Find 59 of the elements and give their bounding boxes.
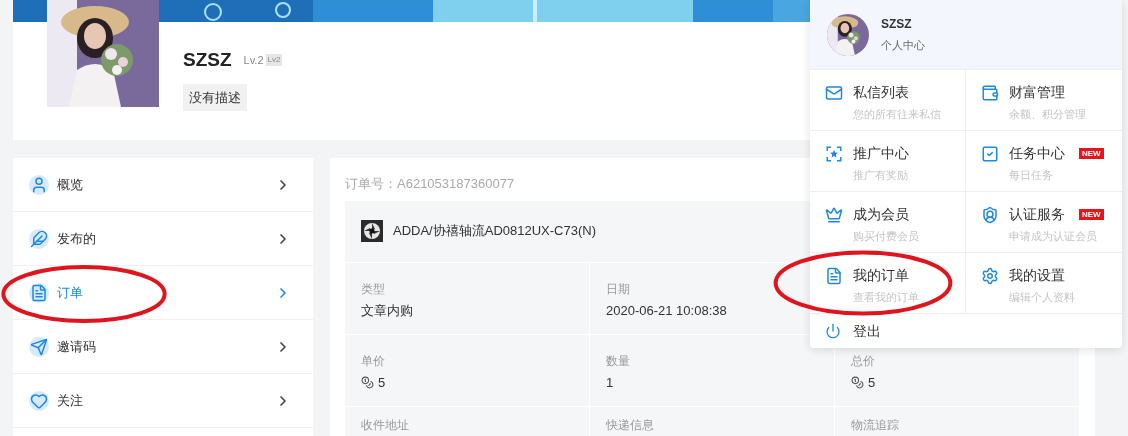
new-badge: NEW bbox=[1079, 148, 1104, 159]
menu-title: 任务中心 bbox=[1009, 144, 1065, 163]
sidebar-label: 订单 bbox=[57, 283, 83, 302]
menu-title: 财富管理 bbox=[1009, 83, 1065, 102]
new-badge: NEW bbox=[1079, 209, 1104, 220]
field-value: 文章内购 bbox=[361, 302, 413, 319]
checkbox-icon bbox=[981, 144, 999, 163]
sidebar-label: 关注 bbox=[57, 391, 83, 410]
field-label: 快递信息 bbox=[606, 416, 654, 433]
field-label: 物流追踪 bbox=[851, 416, 899, 433]
profile-name: SZSZ bbox=[183, 48, 232, 72]
sidebar-label: 邀请码 bbox=[57, 337, 96, 356]
level-badge: Lv2 bbox=[265, 54, 283, 67]
document-icon bbox=[30, 283, 48, 302]
field-label: 总价 bbox=[851, 352, 875, 369]
heart-icon bbox=[30, 391, 48, 410]
sidebar-item[interactable]: 发布的 bbox=[13, 212, 313, 266]
field-label: 日期 bbox=[606, 280, 630, 297]
description-tag: 没有描述 bbox=[183, 83, 247, 111]
sidebar-item[interactable]: 邀请码 bbox=[13, 320, 313, 374]
field-label: 类型 bbox=[361, 280, 385, 297]
wallet-icon bbox=[981, 83, 999, 102]
logout-item[interactable]: 登出 bbox=[810, 314, 1122, 348]
menu-title: 私信列表 bbox=[853, 83, 909, 102]
feather-icon bbox=[30, 229, 48, 248]
level-text: Lv.2 bbox=[243, 53, 264, 68]
settings-icon bbox=[981, 266, 999, 285]
sidebar-label: 概览 bbox=[57, 175, 83, 194]
field-label: 数量 bbox=[606, 352, 630, 369]
coins-icon bbox=[361, 376, 374, 389]
document-icon bbox=[825, 266, 843, 285]
field-value: 2020-06-21 10:08:38 bbox=[606, 302, 727, 319]
user-icon bbox=[30, 175, 48, 194]
sidebar-item[interactable]: 关注 bbox=[13, 374, 313, 428]
menu-title: 认证服务 bbox=[1009, 205, 1065, 224]
mail-icon bbox=[825, 83, 843, 102]
menu-title: 成为会员 bbox=[853, 205, 909, 224]
star-icon bbox=[825, 144, 843, 163]
order-number: 订单号：A621053187360077 bbox=[345, 175, 515, 193]
menu-title: 我的订单 bbox=[853, 266, 909, 285]
sidebar-label: 发布的 bbox=[57, 229, 96, 248]
send-icon bbox=[30, 337, 48, 356]
sidebar-item[interactable]: 订单 bbox=[13, 266, 313, 320]
menu-title: 推广中心 bbox=[853, 144, 909, 163]
crown-icon bbox=[825, 205, 843, 224]
field-label: 单价 bbox=[361, 352, 385, 369]
field-label: 收件地址 bbox=[361, 416, 409, 433]
field-value: 5 bbox=[378, 374, 386, 391]
sidebar-item[interactable]: 概览 bbox=[13, 158, 313, 212]
field-value: 1 bbox=[606, 374, 614, 391]
power-icon bbox=[825, 323, 841, 339]
dropdown-header[interactable]: SZSZ 个人中心 bbox=[810, 0, 1122, 70]
field-value: 5 bbox=[868, 374, 876, 391]
user-subtitle: 个人中心 bbox=[881, 38, 925, 54]
shield-user-icon bbox=[981, 205, 999, 224]
product-name: ADDA/协禧轴流AD0812UX-C73(N) bbox=[393, 222, 596, 241]
menu-title: 我的设置 bbox=[1009, 266, 1065, 285]
logout-label: 登出 bbox=[853, 321, 881, 341]
coins-icon bbox=[851, 376, 864, 389]
